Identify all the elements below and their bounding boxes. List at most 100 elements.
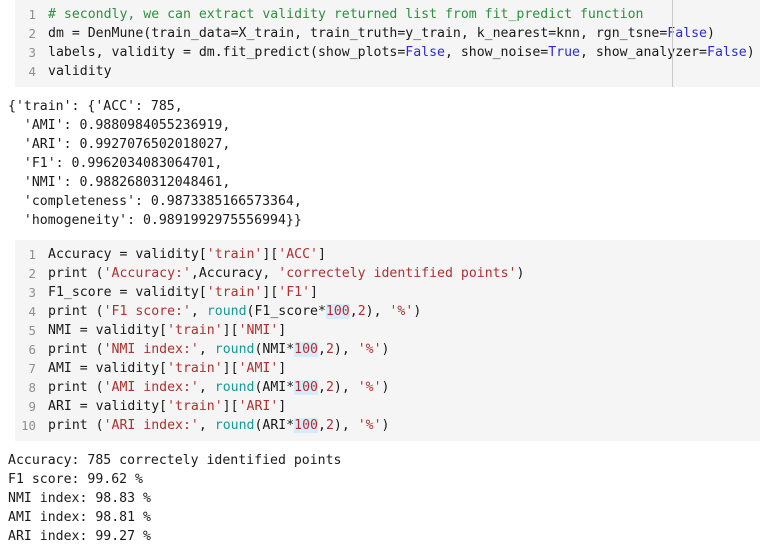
- code-token: 'train': [167, 323, 223, 338]
- code-line[interactable]: 7 AMI = validity['train']['AMI']: [0, 359, 760, 378]
- code-line[interactable]: 2 dm = DenMune(train_data=X_train, train_…: [0, 24, 760, 43]
- code-line[interactable]: 6 print ('NMI index:', round(NMI*100,2), …: [0, 340, 760, 359]
- code-text: dm = DenMune(train_data=X_train, train_t…: [48, 24, 715, 43]
- code-token: '%': [357, 418, 382, 433]
- code-line[interactable]: 9 ARI = validity['train']['ARI']: [0, 397, 760, 416]
- code-token: ),: [333, 380, 358, 395]
- output-line: 'completeness': 0.9873385166573364,: [8, 194, 302, 209]
- line-number: 3: [28, 285, 36, 300]
- code-token: '%': [357, 342, 382, 357]
- code-token: print (: [48, 342, 104, 357]
- code-token: ,: [349, 304, 358, 319]
- code-token: NMI = validity[: [48, 323, 168, 338]
- code-token: 'AMI index:': [103, 380, 199, 395]
- code-line[interactable]: 1 Accuracy = validity['train']['ACC']: [0, 245, 760, 264]
- code-cell-2[interactable]: 1 Accuracy = validity['train']['ACC'] 2 pri…: [0, 240, 760, 441]
- code-text: F1_score = validity['train']['F1']: [48, 283, 318, 302]
- code-token: 'train': [167, 361, 223, 376]
- code-token: Accuracy = validity[: [48, 247, 207, 262]
- code-token: 100: [325, 304, 350, 319]
- code-token: 2: [325, 342, 334, 357]
- code-line[interactable]: 1 # secondly, we can extract validity ret…: [0, 5, 760, 24]
- code-token: ),: [365, 304, 390, 319]
- code-cell-1[interactable]: 1 # secondly, we can extract validity ret…: [0, 0, 760, 87]
- code-token: (ARI*: [254, 418, 295, 433]
- code-text: # secondly, we can extract validity retu…: [48, 5, 643, 24]
- code-token: ARI = validity[: [48, 399, 168, 414]
- code-token: ,: [198, 418, 215, 433]
- code-token: ]: [310, 285, 318, 300]
- output-line: {'train': {'ACC': 785,: [8, 99, 183, 114]
- output-line: 'NMI': 0.9882680312048461,: [8, 175, 231, 190]
- code-line[interactable]: 3 labels, validity = dm.fit_predict(show_…: [0, 43, 760, 62]
- line-number: 3: [28, 45, 36, 60]
- code-token: True: [548, 45, 580, 60]
- code-token: 'ACC': [278, 247, 318, 262]
- output-line: 'ARI': 0.9927076502018027,: [8, 137, 231, 152]
- code-token: , show_analyzer=: [579, 45, 708, 60]
- code-token: ,: [190, 304, 207, 319]
- line-number: 2: [28, 266, 36, 281]
- code-token: round: [214, 418, 255, 433]
- code-token: 'F1': [278, 285, 311, 300]
- code-token: # secondly, we can extract validity retu…: [48, 7, 644, 22]
- code-token: , show_noise=: [444, 45, 549, 60]
- code-line[interactable]: 4 print ('F1 score:', round(F1_score*100,…: [0, 302, 760, 321]
- code-token: ): [413, 304, 422, 319]
- code-token: print (: [48, 304, 104, 319]
- code-token: 2: [325, 418, 334, 433]
- line-number: 10: [21, 418, 36, 433]
- output-2: Accuracy: 785 correctely identified poin…: [0, 441, 760, 556]
- code-token: ,: [317, 380, 326, 395]
- code-token: 100: [294, 380, 318, 395]
- code-text: print ('NMI index:', round(NMI*100,2), '…: [48, 340, 390, 359]
- code-token: ,Accuracy,: [190, 266, 279, 281]
- code-token: ): [381, 380, 390, 395]
- code-token: round: [214, 342, 255, 357]
- code-line[interactable]: 4 validity: [0, 62, 760, 81]
- line-number: 5: [28, 323, 36, 338]
- code-token: 2: [357, 304, 366, 319]
- code-line[interactable]: 10 print ('ARI index:', round(ARI*100,2),…: [0, 416, 760, 435]
- code-token: AMI = validity[: [48, 361, 168, 376]
- code-text: NMI = validity['train']['NMI']: [48, 321, 286, 340]
- code-token: 'ARI': [238, 399, 279, 414]
- column-ruler: [672, 0, 673, 87]
- code-token: ,: [317, 418, 326, 433]
- code-token: False: [707, 45, 747, 60]
- line-number: 8: [28, 380, 36, 395]
- code-token: (AMI*: [254, 380, 295, 395]
- code-line[interactable]: 8 print ('AMI index:', round(AMI*100,2), …: [0, 378, 760, 397]
- line-number: 4: [28, 304, 36, 319]
- code-token: ]: [317, 247, 326, 262]
- code-token: print (: [48, 266, 104, 281]
- code-token: ][: [222, 399, 239, 414]
- code-token: 100: [294, 418, 318, 433]
- line-number: 2: [28, 26, 36, 41]
- code-line[interactable]: 2 print ('Accuracy:',Accuracy, 'correctel…: [0, 264, 760, 283]
- line-number: 4: [28, 64, 36, 79]
- code-token: F1_score = validity[: [48, 285, 207, 300]
- code-text: validity: [48, 62, 112, 81]
- code-token: print (: [48, 418, 104, 433]
- code-token: 2: [325, 380, 334, 395]
- code-line[interactable]: 3 F1_score = validity['train']['F1']: [0, 283, 760, 302]
- line-number: 6: [28, 342, 36, 357]
- code-token: print (: [48, 380, 104, 395]
- line-number: 1: [28, 7, 36, 22]
- code-token: 'NMI index:': [103, 342, 199, 357]
- code-token: ][: [222, 323, 239, 338]
- code-token: 'train': [206, 247, 263, 262]
- code-token: ): [381, 418, 390, 433]
- code-line[interactable]: 5 NMI = validity['train']['NMI']: [0, 321, 760, 340]
- code-token: '%': [389, 304, 414, 319]
- code-token: validity: [48, 64, 112, 79]
- code-token: dm = DenMune(train_data=X_train, train_t…: [48, 26, 668, 41]
- output-line: ARI index: 99.27 %: [8, 529, 151, 544]
- output-1: {'train': {'ACC': 785, 'AMI': 0.98809840…: [0, 87, 760, 240]
- output-line: 'AMI': 0.9880984055236919,: [8, 118, 231, 133]
- code-token: labels, validity = dm.fit_predict(show_p…: [48, 45, 406, 60]
- code-token: 'train': [167, 399, 223, 414]
- code-token: ),: [333, 342, 358, 357]
- code-token: ): [381, 342, 390, 357]
